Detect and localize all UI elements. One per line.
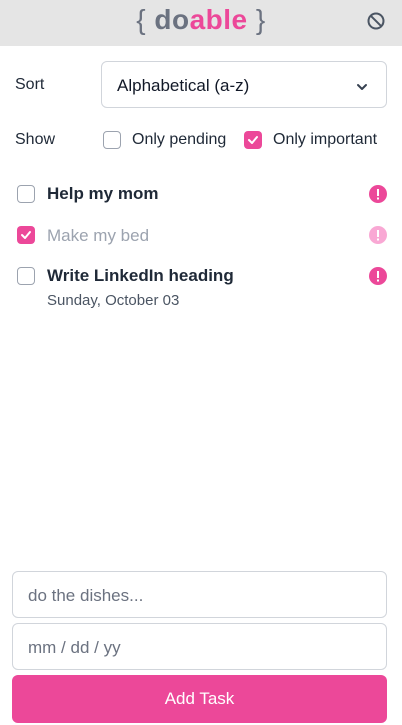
only-important-checkbox[interactable]	[244, 131, 262, 149]
sort-selected-value: Alphabetical (a-z)	[117, 76, 250, 95]
task-title: Write LinkedIn heading	[47, 266, 234, 285]
task-due-date: Sunday, October 03	[47, 292, 180, 309]
sort-label: Sort	[15, 76, 45, 93]
task-name-input[interactable]: do the dishes...	[12, 571, 387, 618]
logo-text-able: able	[189, 4, 248, 35]
add-task-button[interactable]: Add Task	[12, 675, 387, 723]
app-logo: { doable }	[136, 4, 266, 35]
task-title: Help my mom	[47, 184, 159, 203]
only-pending-checkbox[interactable]	[103, 131, 121, 149]
logo-text-do: do	[154, 4, 190, 35]
task-complete-checkbox[interactable]	[17, 226, 35, 244]
task-complete-checkbox[interactable]	[17, 185, 35, 203]
important-icon[interactable]	[369, 226, 387, 244]
check-icon	[248, 136, 258, 144]
only-important-label[interactable]: Only important	[273, 131, 377, 149]
sort-select[interactable]: Alphabetical (a-z)	[101, 61, 387, 108]
task-complete-checkbox[interactable]	[17, 267, 35, 285]
due-date-placeholder: mm / dd / yy	[28, 638, 121, 657]
important-icon[interactable]	[369, 267, 387, 285]
due-date-input[interactable]: mm / dd / yy	[12, 623, 387, 670]
important-icon[interactable]	[369, 185, 387, 203]
show-label: Show	[15, 131, 56, 148]
check-icon	[21, 231, 31, 239]
task-title: Make my bed	[47, 226, 150, 245]
only-pending-label[interactable]: Only pending	[132, 131, 226, 149]
task-name-placeholder: do the dishes...	[28, 586, 144, 605]
block-icon[interactable]	[366, 11, 386, 31]
chevron-down-icon	[356, 80, 368, 92]
app-header: { doable }	[0, 0, 402, 46]
